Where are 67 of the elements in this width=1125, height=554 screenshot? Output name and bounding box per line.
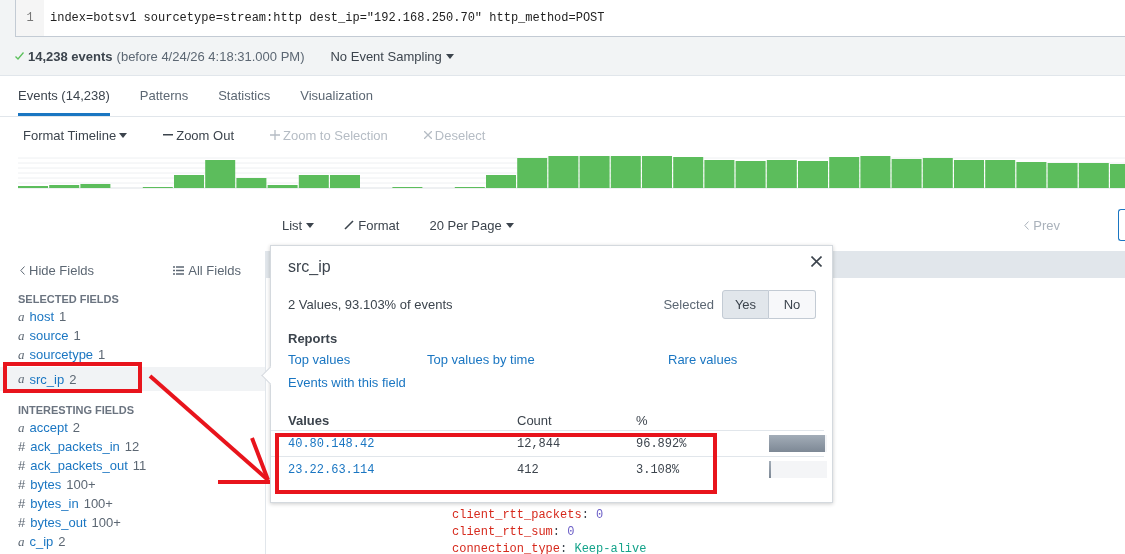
search-query-field[interactable]: 1 index=botsv1 sourcetype=stream:http dest_ip="192.168.250.70" http_method=POST xyxy=(15,0,1125,37)
field-item[interactable]: a source 1 xyxy=(0,326,265,345)
checkmark-icon xyxy=(15,52,24,60)
report-link[interactable]: Rare values xyxy=(668,352,832,367)
list-icon xyxy=(173,265,185,275)
pencil-icon xyxy=(344,220,355,230)
results-toolbar-button[interactable]: 20 Per Page xyxy=(429,217,514,233)
caret-down-icon xyxy=(306,222,315,228)
column-header: Count xyxy=(517,412,553,428)
close-icon xyxy=(811,256,822,267)
caret-down-icon xyxy=(445,53,454,59)
event-sampling-dropdown[interactable]: No Event Sampling xyxy=(330,48,454,64)
field-item[interactable]: a c_ip 2 xyxy=(0,532,265,551)
results-tab[interactable]: Events (14,238) xyxy=(18,78,110,116)
percent-cell-text: 3.108% xyxy=(636,462,681,477)
report-link[interactable]: Top values xyxy=(288,352,427,367)
results-tab[interactable]: Visualization xyxy=(300,78,373,116)
value-link[interactable]: 40.80.148.42 xyxy=(288,436,517,451)
results-tab[interactable]: Statistics xyxy=(218,78,271,116)
field-item[interactable]: # bytes_in 100+ xyxy=(0,494,265,513)
count-cell-text: 12,844 xyxy=(517,436,562,451)
timeline-button[interactable]: Format Timeline xyxy=(23,127,128,143)
hide-fields-button[interactable]: Hide Fields xyxy=(20,262,95,278)
field-item[interactable]: # bytes_out 100+ xyxy=(0,513,265,532)
popup-title: src_ip xyxy=(288,258,331,277)
report-link[interactable]: Events with this field xyxy=(288,375,427,390)
query-text: index=botsv1 sourcetype=stream:http dest_ip="192.168.250.70" http_method=POST xyxy=(49,11,605,25)
field-item[interactable]: a host 1 xyxy=(0,307,265,326)
minus-icon xyxy=(163,134,174,136)
page-button[interactable] xyxy=(1118,209,1125,241)
chevron-left-icon xyxy=(1024,220,1030,230)
event-field-line: client_rtt_packets: 0 xyxy=(452,507,605,524)
field-item[interactable]: # ack_packets_out 11 xyxy=(0,456,265,475)
count-cell-text: 412 xyxy=(517,462,540,477)
values-summary: 2 Values, 93.103% of events xyxy=(288,297,454,312)
results-tab[interactable]: Patterns xyxy=(139,78,189,116)
field-item[interactable]: # bytes 100+ xyxy=(0,475,265,494)
event-count: 14,238 events xyxy=(28,48,113,64)
selected-label: Selected xyxy=(663,297,714,312)
time-range-text: (before 4/24/26 4:18:31.000 PM) xyxy=(116,48,305,64)
event-field-line: connection_type: Keep-alive xyxy=(452,541,648,554)
results-toolbar-button[interactable]: List xyxy=(282,217,315,233)
caret-down-icon xyxy=(505,222,514,228)
column-header: % xyxy=(636,412,649,428)
timeline-button[interactable]: Zoom Out xyxy=(163,127,234,143)
reports-heading: Reports xyxy=(287,330,339,346)
plus-icon xyxy=(270,130,280,140)
selected-toggle-option[interactable]: Yes xyxy=(722,290,769,319)
event-field-line: client_rtt_sum: 0 xyxy=(452,524,576,541)
report-link[interactable]: Top values by time xyxy=(427,352,668,367)
results-toolbar-button[interactable]: Format xyxy=(344,217,400,233)
section-title: SELECTED FIELDS xyxy=(17,292,120,307)
caret-down-icon xyxy=(119,132,128,138)
column-header: Values xyxy=(288,412,331,428)
close-icon xyxy=(423,131,432,139)
value-link[interactable]: 23.22.63.114 xyxy=(288,462,517,477)
field-item[interactable]: # ack_packets_in 12 xyxy=(0,437,265,456)
chevron-left-icon xyxy=(20,265,25,275)
percent-cell-text: 96.892% xyxy=(636,436,688,451)
field-item[interactable]: a accept 2 xyxy=(0,418,265,437)
section-title: INTERESTING FIELDS xyxy=(17,403,136,418)
close-button[interactable] xyxy=(811,256,822,267)
field-item[interactable]: a sourcetype 1 xyxy=(0,345,265,364)
all-fields-button[interactable]: All Fields xyxy=(173,262,241,278)
selected-toggle-option[interactable]: No xyxy=(769,290,816,319)
line-number: 1 xyxy=(16,0,44,36)
field-item[interactable]: a src_ip 2 xyxy=(0,367,265,391)
